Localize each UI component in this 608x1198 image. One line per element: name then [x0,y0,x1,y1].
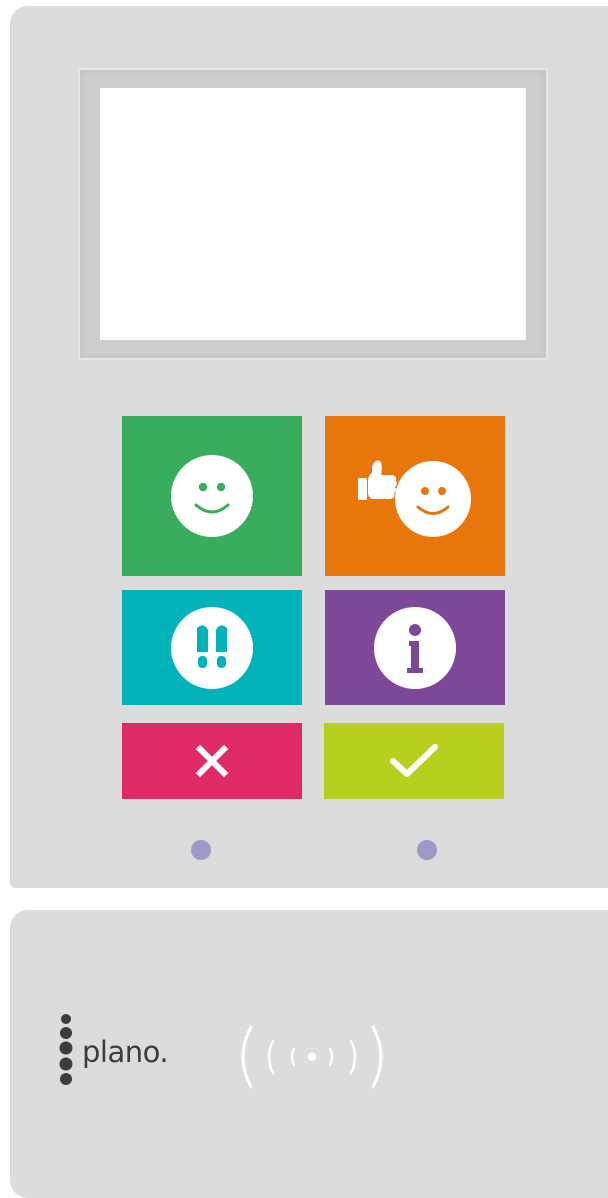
cross-icon [195,744,229,778]
nfc-contactless-icon [237,1022,387,1097]
display-screen [100,88,526,340]
smiley-button[interactable] [122,416,302,576]
status-led-right [417,840,437,860]
footprints-button[interactable] [122,590,302,705]
confirm-button[interactable] [324,723,504,799]
cancel-button[interactable] [122,723,302,799]
info-button[interactable] [325,590,505,705]
thumbs-up-smiley-icon [358,460,471,537]
brand-logo-text: plano. [82,1035,169,1069]
status-led-left [191,840,211,860]
thumbs-up-smiley-button[interactable] [325,416,505,576]
smiley-icon [171,455,253,537]
check-icon [390,744,438,777]
footprints-icon [171,606,253,689]
plano-logo-dots-icon [58,1011,74,1102]
info-icon [374,606,456,689]
